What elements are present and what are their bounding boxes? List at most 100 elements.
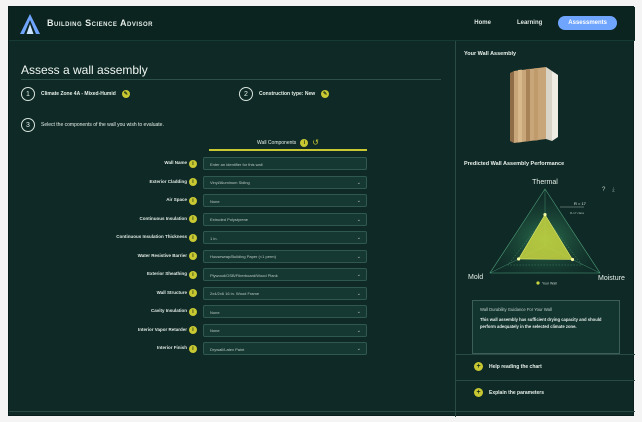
durability-guidance-box: Wall Durability Guidance For Your Wall T… <box>472 300 620 354</box>
radar-label-moisture: Moisture <box>598 275 625 282</box>
info-icon[interactable]: i <box>300 138 309 147</box>
accordion-explain-parameters[interactable]: + Explain the parameters <box>456 380 635 404</box>
info-icon[interactable]: i <box>189 307 197 316</box>
field-label: Air Space <box>166 197 187 202</box>
interior-vapor-retarder-select[interactable]: None ⌄ <box>203 323 367 337</box>
air-space-select[interactable]: None ⌄ <box>203 194 367 207</box>
info-icon[interactable]: i <box>189 159 197 168</box>
step-select-components-label: Select the components of the wall you wi… <box>41 122 164 128</box>
info-icon[interactable]: i <box>189 233 197 242</box>
select-value: Plywood/OSB/Fiberboard/Wood Plank <box>210 272 278 278</box>
title-divider <box>21 79 441 80</box>
chevron-down-icon: ⌄ <box>356 179 361 186</box>
reset-icon[interactable]: ↺ <box>312 138 319 147</box>
top-header: Building Science Advisor Home Learning A… <box>9 7 635 41</box>
cavity-insulation-select[interactable]: None ⌄ <box>203 305 367 318</box>
step-construction-type: 2 Construction type: New ✎ <box>239 87 330 101</box>
info-icon[interactable]: i <box>189 344 197 353</box>
chevron-down-icon: ⌄ <box>356 198 361 204</box>
edit-climate-icon[interactable]: ✎ <box>121 90 130 98</box>
chevron-down-icon: ⌄ <box>356 272 361 278</box>
info-icon[interactable]: i <box>189 326 197 334</box>
info-icon[interactable]: i <box>189 270 197 279</box>
field-label: Exterior Cladding <box>149 178 187 184</box>
guidance-body: This wall assembly has sufficient drying… <box>480 317 602 329</box>
form-row-wall-structure: Wall Structure i 2x4/2x6 16 in. Wood Fra… <box>9 286 455 300</box>
logo-icon[interactable] <box>19 13 41 35</box>
wall-assembly-image <box>510 67 558 143</box>
edit-construction-icon[interactable]: ✎ <box>321 90 330 98</box>
radar-label-thermal: Thermal <box>532 179 558 186</box>
help-icon[interactable]: ? <box>602 187 606 193</box>
page-title: Assess a wall assembly <box>21 63 148 77</box>
form-row-air-space: Air Space i None ⌄ <box>9 194 455 207</box>
wall-components-underline <box>209 149 367 151</box>
guidance-title: Wall Durability Guidance For Your Wall <box>480 307 552 312</box>
field-label: Continuous Insulation <box>139 215 188 221</box>
nav-assessments[interactable]: Assessments <box>558 16 617 30</box>
water-resistive-barrier-select[interactable]: Housewrap/Building Paper (<1 perm) ⌄ <box>203 249 367 263</box>
select-value: Extruded Polystyrene <box>210 217 249 222</box>
chevron-down-icon: ⌄ <box>356 346 361 352</box>
chevron-down-icon: ⌄ <box>356 235 361 241</box>
form-row-water-resistive-barrier: Water Resistive Barrier i Housewrap/Buil… <box>9 249 455 263</box>
step-construction-type-label: Construction type: New <box>259 91 316 97</box>
select-value: None <box>210 309 220 315</box>
form-row-insulation-thickness: Continuous Insulation Thickness i 1 in. ⌄ <box>9 231 455 244</box>
step-select-components: 3 Select the components of the wall you … <box>21 118 164 132</box>
form-row-wall-name: Wall Name i Enter an identifier for this… <box>9 157 455 170</box>
r-value-subtext: R-17 class <box>570 211 585 215</box>
info-icon[interactable]: i <box>189 252 197 260</box>
continuous-insulation-select[interactable]: Extruded Polystyrene ⌄ <box>203 212 367 226</box>
chevron-down-icon: ⌄ <box>356 327 361 334</box>
radar-point-mold <box>517 257 521 261</box>
app-frame: Building Science Advisor Home Learning A… <box>8 6 635 417</box>
chevron-down-icon: ⌄ <box>356 290 361 297</box>
insulation-thickness-select[interactable]: 1 in. ⌄ <box>203 231 367 244</box>
exterior-cladding-select[interactable]: Vinyl/Aluminum Siding ⌄ <box>203 175 367 189</box>
field-label: Exterior Sheathing <box>146 271 187 276</box>
select-value: Drywall/Latex Paint <box>210 346 245 352</box>
chevron-down-icon: ⌄ <box>356 253 361 260</box>
info-icon[interactable]: i <box>189 289 197 297</box>
field-label: Continuous Insulation Thickness <box>116 234 187 239</box>
legend-label: Your Wall <box>542 282 557 286</box>
form-row-cavity-insulation: Cavity Insulation i None ⌄ <box>9 305 455 318</box>
legend-swatch <box>536 281 540 285</box>
expand-icon: + <box>474 362 483 371</box>
performance-title: Predicted Wall Assembly Performance <box>464 161 565 167</box>
field-label: Cavity Insulation <box>150 308 187 313</box>
accordion-help-reading-chart[interactable]: + Help reading the chart <box>456 354 635 378</box>
wall-name-input[interactable]: Enter an identifier for this wall <box>203 157 367 170</box>
step-number-2: 2 <box>239 87 253 101</box>
select-value: 1 in. <box>210 235 218 241</box>
radar-point-thermal <box>543 213 547 217</box>
wall-components-header: Wall Components i ↺ <box>209 138 367 147</box>
r-value-callout: R = 17 <box>574 201 587 206</box>
footer-divider <box>9 411 635 417</box>
info-icon[interactable]: i <box>189 196 197 205</box>
wall-structure-select[interactable]: 2x4/2x6 16 in. Wood Frame ⌄ <box>203 286 367 300</box>
field-label: Interior Finish <box>156 345 187 350</box>
nav-learning[interactable]: Learning <box>507 16 552 30</box>
wall-components-title: Wall Components <box>257 139 297 146</box>
assessment-form-panel: Assess a wall assembly 1 Climate Zone 4A… <box>9 41 455 417</box>
main-nav: Home Learning Assessments <box>464 16 617 30</box>
select-value: None <box>210 328 220 333</box>
step-number-1: 1 <box>21 87 35 101</box>
expand-icon: + <box>474 388 483 397</box>
form-row-exterior-cladding: Exterior Cladding i Vinyl/Aluminum Sidin… <box>9 175 455 189</box>
nav-home[interactable]: Home <box>464 16 501 30</box>
performance-radar-chart: Thermal Mold Moisture R = 17 R-17 class … <box>468 179 625 286</box>
select-value: Vinyl/Aluminum Siding <box>210 180 250 185</box>
field-label: Interior Vapor Retarder <box>137 326 187 332</box>
info-icon[interactable]: i <box>189 215 197 223</box>
field-label: Wall Structure <box>156 289 187 295</box>
select-value: Housewrap/Building Paper (<1 perm) <box>210 254 276 259</box>
interior-finish-select[interactable]: Drywall/Latex Paint ⌄ <box>203 342 367 355</box>
download-icon[interactable]: ⤓ <box>612 186 615 193</box>
select-value: 2x4/2x6 16 in. Wood Frame <box>210 291 260 296</box>
info-icon[interactable]: i <box>189 178 197 186</box>
select-value: None <box>210 198 220 204</box>
exterior-sheathing-select[interactable]: Plywood/OSB/Fiberboard/Wood Plank ⌄ <box>203 268 367 281</box>
